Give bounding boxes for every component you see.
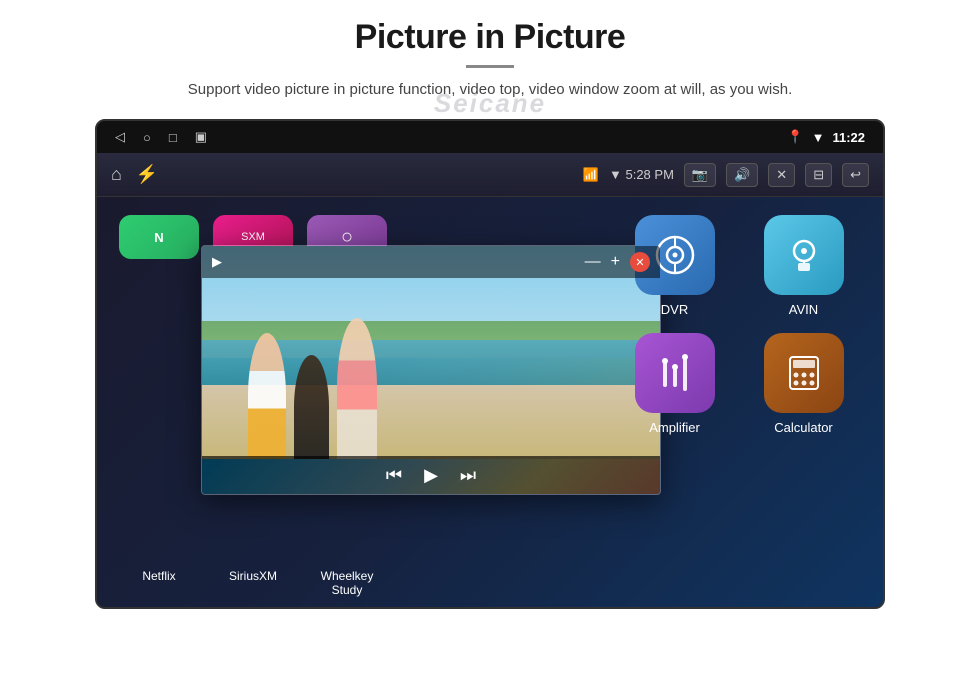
page-wrapper: Picture in Picture Seicane Support video…	[0, 0, 980, 687]
camera-button[interactable]: 📷	[684, 163, 716, 187]
app-item-netflix[interactable]: N	[119, 215, 199, 259]
siriusxm-bottom-label: SiriusXM	[213, 569, 293, 597]
back-button[interactable]: ↩	[842, 163, 869, 187]
app-item-avin[interactable]: AVIN	[746, 215, 861, 317]
play-pause-button[interactable]: ▶	[424, 465, 438, 486]
figure-3	[337, 318, 377, 459]
wifi-signal-icon: 📶	[583, 167, 599, 183]
close-button[interactable]: ✕	[768, 163, 795, 187]
title-divider	[466, 65, 514, 68]
device-frame: ◁ ○ □ ▣ 📍 ▼ 11:22 ⌂ ⚡ 📶 ▼ 5:28 PM 📷	[95, 119, 885, 609]
status-bar-right: 📍 ▼ 11:22	[787, 129, 865, 145]
pip-header: ▶ — + ✕	[202, 246, 660, 278]
volume-button[interactable]: 🔊	[726, 163, 758, 187]
calculator-icon	[764, 333, 844, 413]
figure-1	[248, 333, 286, 459]
amplifier-svg	[653, 351, 697, 395]
dvr-label: DVR	[661, 302, 688, 317]
signal-icon: ▼	[812, 130, 825, 145]
pip-close-button[interactable]: ✕	[630, 252, 650, 272]
netflix-icon: N	[119, 215, 199, 259]
page-title: Picture in Picture	[355, 18, 626, 57]
pip-window[interactable]: ▶ — + ✕	[201, 245, 661, 495]
status-bar-left: ◁ ○ □ ▣	[115, 129, 207, 145]
subtitle: Support video picture in picture functio…	[188, 78, 792, 101]
amplifier-label: Amplifier	[649, 420, 700, 435]
pip-minimize-button[interactable]: —	[585, 253, 601, 271]
home-nav-icon[interactable]: ○	[143, 130, 151, 145]
status-bar: ◁ ○ □ ▣ 📍 ▼ 11:22	[97, 121, 883, 153]
toolbar-time: ▼ 5:28 PM	[609, 167, 674, 182]
wheelkey-bottom-label: Wheelkey Study	[307, 569, 387, 597]
figures	[248, 310, 377, 459]
prev-track-button[interactable]: ⏮	[386, 465, 402, 486]
window-button[interactable]: ⊟	[805, 163, 832, 187]
usb-icon[interactable]: ⚡	[136, 164, 158, 185]
toolbar-left: ⌂ ⚡	[111, 164, 158, 185]
app-item-calculator[interactable]: Calculator	[746, 333, 861, 435]
toolbar-right: 📶 ▼ 5:28 PM 📷 🔊 ✕ ⊟ ↩	[583, 163, 869, 187]
location-icon: 📍	[787, 129, 803, 145]
status-time: 11:22	[832, 130, 865, 145]
avin-svg	[782, 233, 826, 277]
app-item-amplifier[interactable]: Amplifier	[617, 333, 732, 435]
calculator-svg	[782, 351, 826, 395]
pip-expand-button[interactable]: +	[611, 253, 620, 271]
back-nav-icon[interactable]: ◁	[115, 129, 125, 145]
toolbar: ⌂ ⚡ 📶 ▼ 5:28 PM 📷 🔊 ✕ ⊟ ↩	[97, 153, 883, 197]
pip-controls: — + ✕	[585, 252, 650, 272]
pip-play-indicator: ▶	[212, 254, 222, 270]
avin-icon	[764, 215, 844, 295]
pip-media-bar: ⏮ ▶ ⏭	[202, 456, 660, 494]
screenshot-nav-icon[interactable]: ▣	[195, 129, 207, 145]
amplifier-icon	[635, 333, 715, 413]
figure-2	[294, 355, 329, 459]
avin-label: AVIN	[789, 302, 818, 317]
next-track-button[interactable]: ⏭	[460, 465, 476, 486]
main-area: N SXM ○ ▶	[97, 197, 883, 607]
netflix-bottom-label: Netflix	[119, 569, 199, 597]
recent-nav-icon[interactable]: □	[169, 130, 177, 145]
bottom-app-labels: Netflix SiriusXM Wheelkey Study	[119, 569, 387, 597]
calculator-label: Calculator	[774, 420, 833, 435]
home-icon[interactable]: ⌂	[111, 164, 122, 185]
